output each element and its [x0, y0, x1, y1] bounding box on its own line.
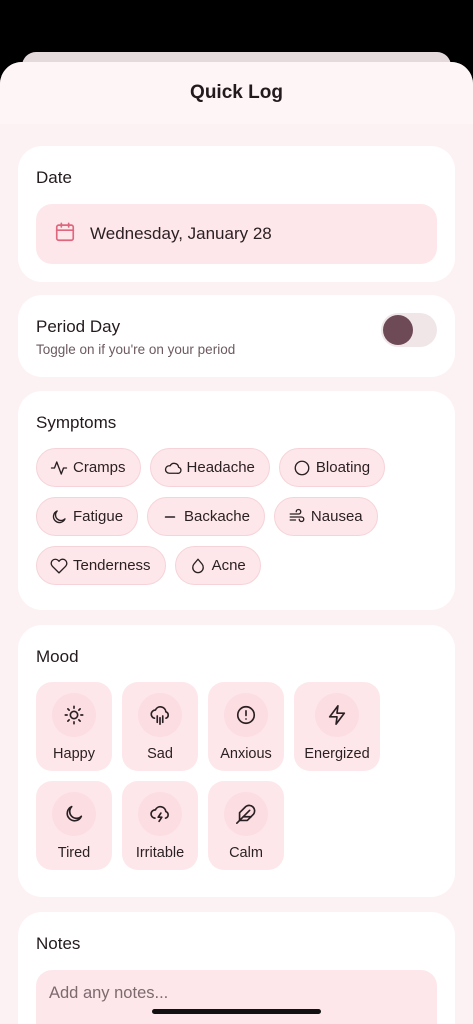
toggle-knob [383, 315, 413, 345]
mood-option-happy[interactable]: Happy [36, 682, 112, 771]
period-day-card: Period Day Toggle on if you're on your p… [18, 295, 455, 377]
mood-label: Irritable [135, 845, 185, 861]
symptom-chip-label: Nausea [310, 508, 363, 525]
mood-option-sad[interactable]: Sad [122, 682, 198, 771]
cloud-icon [164, 462, 182, 474]
minus-icon [164, 515, 176, 518]
mood-label: Tired [57, 845, 91, 861]
mood-icon-circle [138, 693, 182, 737]
sun-icon [64, 705, 84, 725]
home-indicator [152, 1009, 321, 1014]
mood-label: Calm [229, 845, 263, 861]
symptom-chip-label: Tenderness [73, 557, 151, 574]
notes-card: Notes [18, 912, 455, 1024]
heart-icon [50, 558, 68, 574]
alert-circle-icon [236, 705, 256, 725]
mood-label: Anxious [220, 746, 272, 762]
symptom-chip-label: Cramps [73, 459, 126, 476]
feather-icon [236, 804, 256, 824]
mood-option-anxious[interactable]: Anxious [208, 682, 284, 771]
symptom-chip-backache[interactable]: Backache [147, 497, 265, 536]
date-picker-field[interactable]: Wednesday, January 28 [36, 204, 437, 264]
mood-label: Happy [53, 746, 95, 762]
date-value: Wednesday, January 28 [90, 224, 272, 243]
circle-icon [294, 460, 310, 475]
mood-card: Mood Happy Sad Anxious Energized Tired I… [18, 625, 455, 897]
symptom-chip-nausea[interactable]: Nausea [273, 497, 378, 536]
date-card: Date Wednesday, January 28 [18, 146, 455, 282]
mood-label: Sad [147, 746, 173, 762]
symptom-chip-label: Backache [184, 508, 250, 525]
symptom-chip-label: Bloating [315, 459, 371, 476]
symptom-chip-acne[interactable]: Acne [174, 546, 261, 585]
cloud-rain-icon [150, 706, 170, 725]
symptom-chip-label: Fatigue [73, 508, 124, 525]
symptoms-section-title: Symptoms [36, 413, 117, 432]
symptom-chip-bloating[interactable]: Bloating [278, 448, 386, 487]
symptoms-card: Symptoms Cramps Headache Bloating Fatigu… [18, 391, 455, 610]
period-day-subtitle: Toggle on if you're on your period [36, 342, 236, 357]
page-title: Quick Log [190, 82, 283, 103]
symptom-chip-cramps[interactable]: Cramps [36, 448, 141, 487]
symptom-chip-label: Headache [186, 459, 255, 476]
mood-icon-circle [52, 792, 96, 836]
cloud-lightning-icon [150, 805, 169, 823]
symptom-chip-fatigue[interactable]: Fatigue [36, 497, 139, 536]
mood-icon-circle [224, 792, 268, 836]
wind-icon [289, 508, 305, 522]
period-day-toggle[interactable] [381, 313, 437, 347]
quick-log-sheet: Quick Log Date Wednesday, January 28 Per… [0, 62, 473, 1024]
calendar-icon [54, 221, 76, 248]
symptom-chip-list: Cramps Headache Bloating Fatigue Backach… [36, 448, 446, 595]
mood-section-title: Mood [36, 647, 79, 666]
sheet-header: Quick Log [0, 62, 473, 124]
mood-grid: Happy Sad Anxious Energized Tired Irrita… [36, 682, 380, 880]
period-day-title: Period Day [36, 317, 121, 336]
notes-section-title: Notes [36, 934, 81, 953]
mood-option-calm[interactable]: Calm [208, 781, 284, 870]
symptom-chip-tenderness[interactable]: Tenderness [36, 546, 166, 585]
mood-icon-circle [138, 792, 182, 836]
date-section-title: Date [36, 168, 72, 187]
mood-option-irritable[interactable]: Irritable [122, 781, 198, 870]
mood-option-tired[interactable]: Tired [36, 781, 112, 870]
moon-icon [66, 805, 83, 822]
mood-label: Energized [304, 746, 370, 762]
notes-input[interactable] [36, 970, 437, 1024]
mood-icon-circle [224, 693, 268, 737]
moon-icon [52, 509, 66, 523]
droplet-icon [191, 558, 204, 573]
zap-icon [328, 705, 346, 725]
activity-icon [50, 460, 68, 475]
mood-icon-circle [315, 693, 359, 737]
symptom-chip-label: Acne [211, 557, 246, 574]
symptom-chip-headache[interactable]: Headache [149, 448, 270, 487]
mood-option-energized[interactable]: Energized [294, 682, 380, 771]
mood-icon-circle [52, 693, 96, 737]
